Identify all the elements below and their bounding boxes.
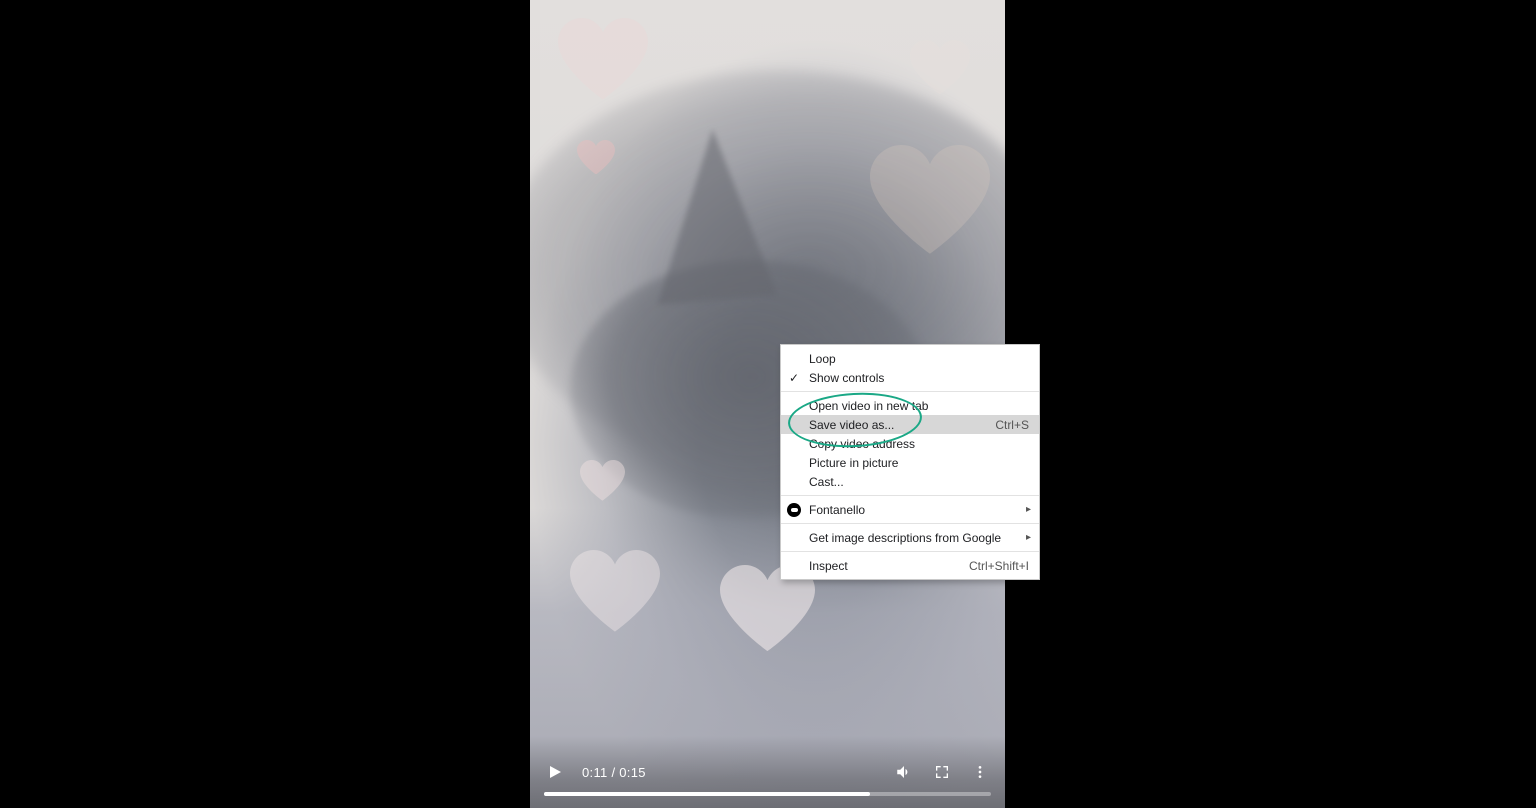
menu-item-label: Loop bbox=[809, 352, 836, 366]
stage: 0:11 / 0:15 Loop ✓ Show co bbox=[0, 0, 1536, 808]
menu-separator bbox=[781, 551, 1039, 552]
menu-item-fontanello[interactable]: Fontanello ▸ bbox=[781, 500, 1039, 519]
submenu-arrow-icon: ▸ bbox=[1026, 532, 1031, 543]
more-options-button[interactable] bbox=[969, 761, 991, 783]
menu-item-cast[interactable]: Cast... bbox=[781, 472, 1039, 491]
menu-item-copy-video-address[interactable]: Copy video address bbox=[781, 434, 1039, 453]
menu-item-label: Get image descriptions from Google bbox=[809, 531, 1001, 545]
menu-item-label: Save video as... bbox=[809, 418, 894, 432]
heart-overlay-icon bbox=[558, 18, 648, 108]
progress-bar[interactable] bbox=[544, 792, 991, 796]
menu-item-show-controls[interactable]: ✓ Show controls bbox=[781, 368, 1039, 387]
menu-item-shortcut: Ctrl+Shift+I bbox=[969, 559, 1029, 573]
play-button[interactable] bbox=[544, 761, 566, 783]
submenu-arrow-icon: ▸ bbox=[1026, 504, 1031, 515]
menu-item-shortcut: Ctrl+S bbox=[995, 418, 1029, 432]
menu-item-label: Cast... bbox=[809, 475, 844, 489]
time-display: 0:11 / 0:15 bbox=[582, 765, 646, 780]
menu-item-label: Picture in picture bbox=[809, 456, 898, 470]
menu-item-label: Copy video address bbox=[809, 437, 915, 451]
video-controls: 0:11 / 0:15 bbox=[530, 736, 1005, 808]
heart-overlay-icon bbox=[910, 40, 970, 100]
menu-separator bbox=[781, 523, 1039, 524]
menu-separator bbox=[781, 391, 1039, 392]
menu-item-label: Show controls bbox=[809, 371, 884, 385]
menu-item-open-new-tab[interactable]: Open video in new tab bbox=[781, 396, 1039, 415]
context-menu: Loop ✓ Show controls Open video in new t… bbox=[780, 344, 1040, 580]
menu-item-label: Inspect bbox=[809, 559, 848, 573]
menu-separator bbox=[781, 495, 1039, 496]
menu-item-label: Open video in new tab bbox=[809, 399, 928, 413]
extension-icon bbox=[787, 503, 801, 517]
check-icon: ✓ bbox=[789, 371, 799, 385]
video-content-decoration bbox=[643, 125, 777, 305]
menu-item-get-image-descriptions[interactable]: Get image descriptions from Google ▸ bbox=[781, 528, 1039, 547]
menu-item-inspect[interactable]: Inspect Ctrl+Shift+I bbox=[781, 556, 1039, 575]
fullscreen-button[interactable] bbox=[931, 761, 953, 783]
menu-item-picture-in-picture[interactable]: Picture in picture bbox=[781, 453, 1039, 472]
volume-button[interactable] bbox=[893, 761, 915, 783]
menu-item-loop[interactable]: Loop bbox=[781, 349, 1039, 368]
menu-item-save-video-as[interactable]: Save video as... Ctrl+S bbox=[781, 415, 1039, 434]
progress-fill bbox=[544, 792, 870, 796]
menu-item-label: Fontanello bbox=[809, 503, 865, 517]
